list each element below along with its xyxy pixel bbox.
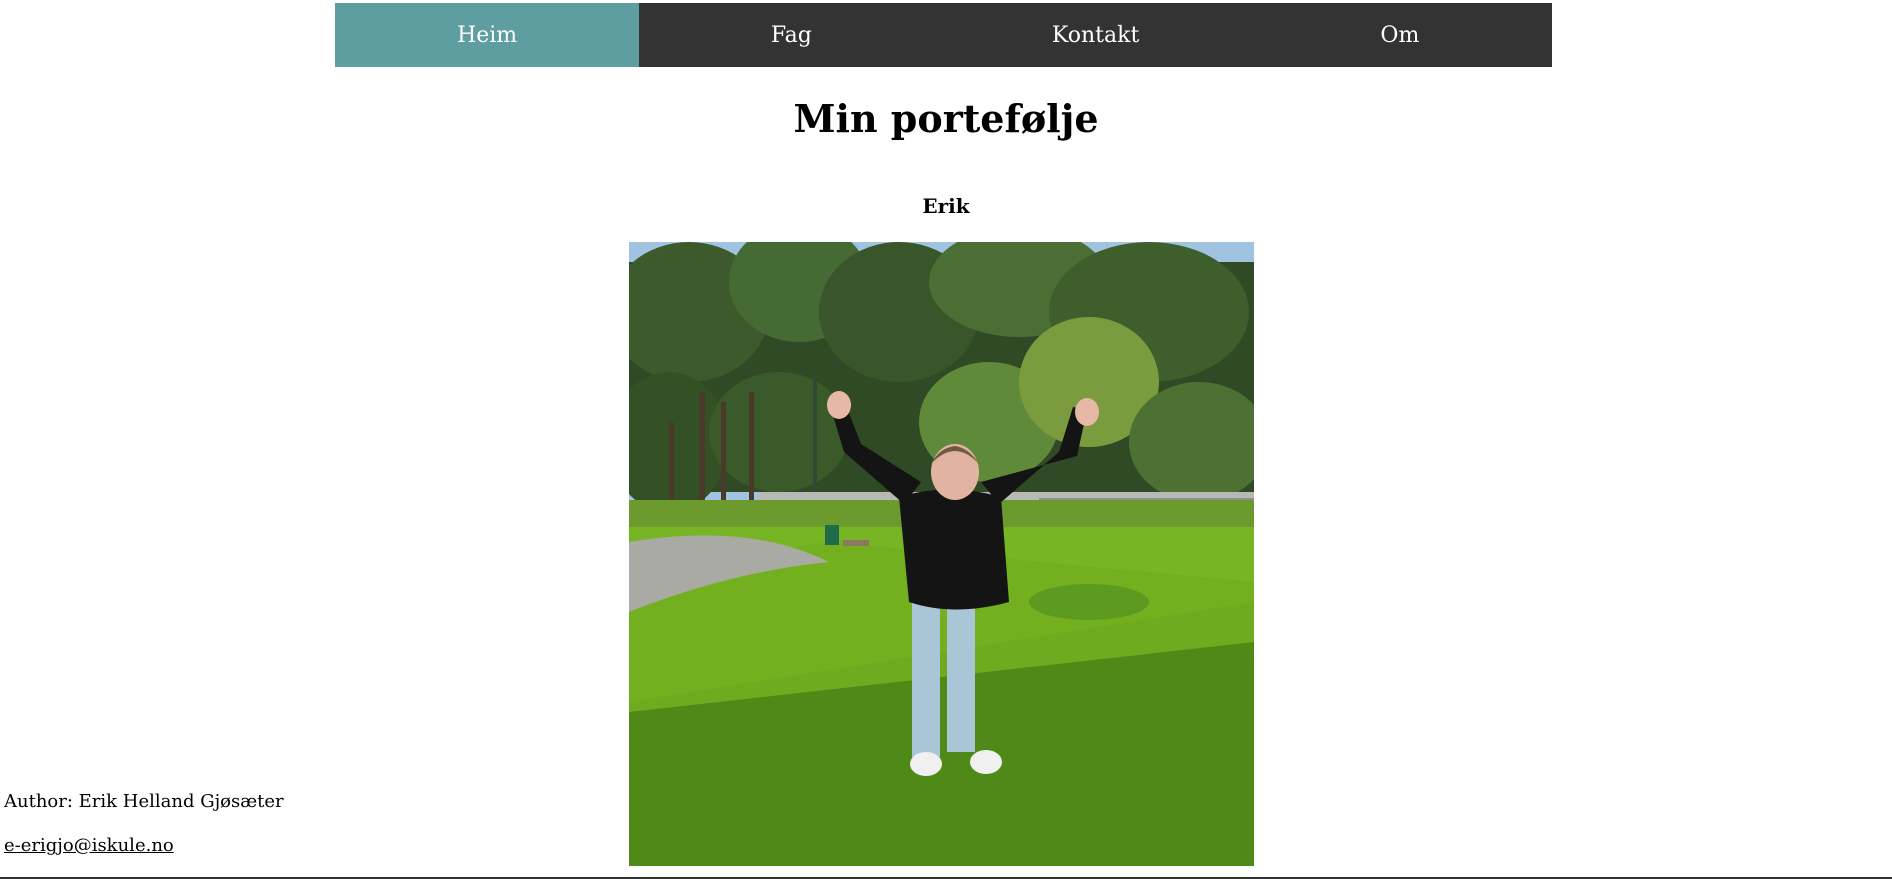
footer-author: Author: Erik Helland Gjøsæter	[4, 791, 284, 812]
nav-item-om[interactable]: Om	[1248, 3, 1552, 67]
nav-item-fag[interactable]: Fag	[639, 3, 943, 67]
photo-illustration	[629, 242, 1254, 866]
portrait-photo	[629, 242, 1254, 866]
main-nav: Heim Fag Kontakt Om	[335, 3, 1552, 67]
person-name: Erik	[922, 194, 970, 218]
nav-item-kontakt[interactable]: Kontakt	[944, 3, 1248, 67]
page-title: Min portefølje	[793, 96, 1099, 141]
footer-email-link[interactable]: e-erigjo@iskule.no	[4, 834, 174, 858]
nav-item-heim[interactable]: Heim	[335, 3, 640, 67]
